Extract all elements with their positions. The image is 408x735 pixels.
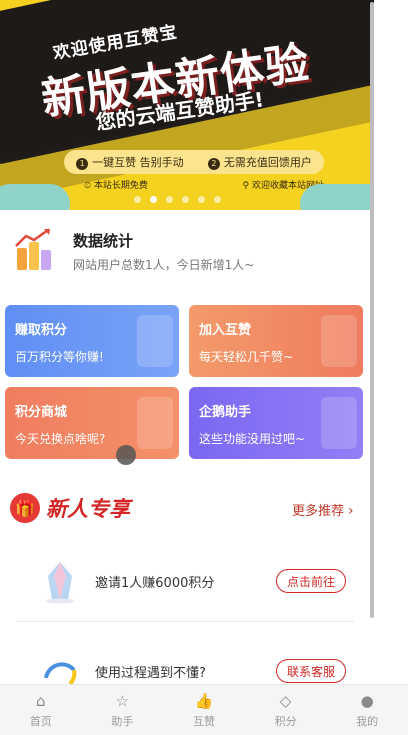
card-title: 积分商城 — [15, 405, 68, 420]
earn-points-card[interactable]: 赚取积分 百万积分等你赚! — [5, 305, 179, 377]
carousel-indicators[interactable] — [134, 196, 221, 203]
nav-item-points[interactable]: ◇ 积分 — [245, 685, 327, 735]
card-decoration — [137, 397, 173, 449]
more-recommendations-label: 更多推荐 — [292, 504, 345, 519]
join-like-exchange-card[interactable]: 加入互赞 每天轻松几千赞~ — [189, 305, 363, 377]
user-icon: ● — [360, 691, 374, 710]
contact-support-button[interactable]: 联系客服 — [276, 659, 346, 683]
stats-subtitle: 网站用户总数1人，今日新增1人~ — [73, 258, 255, 272]
task-label: 使用过程遇到不懂? — [95, 666, 206, 681]
divider — [16, 621, 354, 622]
stats-section: 数据统计 网站用户总数1人，今日新增1人~ — [14, 226, 354, 286]
task-label: 邀请1人赚6000积分 — [95, 576, 215, 591]
banner-info-row: ⏲ 本站长期免费 ⚲ 欢迎收藏本站网址 — [84, 178, 324, 191]
home-icon: ⌂ — [36, 691, 46, 710]
bar-chart-icon — [15, 228, 51, 270]
promo-banner[interactable]: 欢迎使用互赞宝 新版本新体验 您的云端互赞助手! 1 一键互赞 告别手动 2 无需充… — [0, 0, 374, 210]
thumbs-up-icon: 👍 — [194, 691, 214, 710]
carousel-dot[interactable] — [182, 196, 189, 203]
banner-info-left-text: 本站长期免费 — [93, 181, 148, 191]
card-decoration — [321, 315, 357, 367]
feature-number-badge: 2 — [207, 158, 220, 170]
bottom-navigation: ⌂ 首页 ☆ 助手 👍 互赞 ◇ 积分 ● 我的 — [0, 684, 408, 735]
card-title: 加入互赞 — [199, 323, 252, 338]
carousel-dot[interactable] — [150, 196, 157, 203]
diamond-icon: ◇ — [279, 691, 292, 710]
carousel-dot[interactable] — [134, 196, 141, 203]
carousel-dot[interactable] — [166, 196, 173, 203]
newcomer-title: 新人专享 — [46, 497, 130, 521]
card-title: 企鹅助手 — [199, 405, 252, 420]
banner-feature-1-text: 一键互赞 告别手动 — [92, 156, 184, 169]
points-mall-card[interactable]: 积分商城 今天兑换点啥呢? — [5, 387, 179, 459]
gift-icon: 🎁 — [10, 493, 40, 523]
nav-item-profile[interactable]: ● 我的 — [326, 685, 408, 735]
card-subtitle: 今天兑换点啥呢? — [15, 432, 106, 446]
more-recommendations-link[interactable]: 更多推荐 › — [292, 500, 354, 519]
card-subtitle: 每天轻松几千赞~ — [199, 350, 294, 364]
chevron-right-icon: › — [348, 503, 354, 519]
banner-feature-pill: 1 一键互赞 告别手动 2 无需充值回馈用户 — [64, 150, 324, 174]
nav-label: 积分 — [274, 714, 297, 728]
card-title: 赚取积分 — [15, 323, 68, 338]
banner-info-left: ⏲ 本站长期免费 — [84, 178, 148, 191]
nav-label: 助手 — [111, 714, 134, 728]
star-icon: ☆ — [115, 691, 130, 710]
carousel-dot[interactable] — [214, 196, 221, 203]
banner-cloud-decoration — [300, 184, 374, 210]
nav-label: 互赞 — [192, 714, 215, 728]
card-decoration — [137, 315, 173, 367]
clock-icon: ⏲ — [84, 181, 94, 191]
nav-item-like-exchange[interactable]: 👍 互赞 — [163, 685, 245, 735]
banner-feature-1: 1 一键互赞 告别手动 — [76, 154, 184, 170]
location-pin-icon: ⚲ — [242, 181, 252, 191]
nav-item-home[interactable]: ⌂ 首页 — [0, 685, 82, 735]
scroll-track — [374, 0, 408, 690]
banner-cloud-decoration — [0, 184, 70, 210]
banner-feature-2: 2 无需充值回馈用户 — [207, 154, 312, 170]
penguin-assistant-card[interactable]: 企鹅助手 这些功能没用过吧~ — [189, 387, 363, 459]
scrollbar-thumb[interactable] — [370, 2, 374, 618]
nav-label: 首页 — [29, 714, 52, 728]
go-button[interactable]: 点击前往 — [276, 569, 346, 593]
banner-feature-2-text: 无需充值回馈用户 — [223, 156, 312, 169]
feature-number-badge: 1 — [76, 158, 89, 170]
card-decoration — [321, 397, 357, 449]
touch-indicator — [116, 445, 136, 465]
task-invite-row: 邀请1人赚6000积分 点击前往 — [40, 560, 350, 604]
stats-title: 数据统计 — [73, 232, 134, 250]
card-subtitle: 百万积分等你赚! — [15, 350, 104, 364]
nav-label: 我的 — [356, 714, 379, 728]
card-subtitle: 这些功能没用过吧~ — [199, 432, 306, 446]
nav-item-assistant[interactable]: ☆ 助手 — [82, 685, 164, 735]
newcomer-header: 🎁 新人专享 — [10, 493, 130, 523]
page: 欢迎使用互赞宝 新版本新体验 您的云端互赞助手! 1 一键互赞 告别手动 2 无需充… — [0, 0, 408, 735]
carousel-dot[interactable] — [198, 196, 205, 203]
crystal-icon — [46, 562, 74, 604]
